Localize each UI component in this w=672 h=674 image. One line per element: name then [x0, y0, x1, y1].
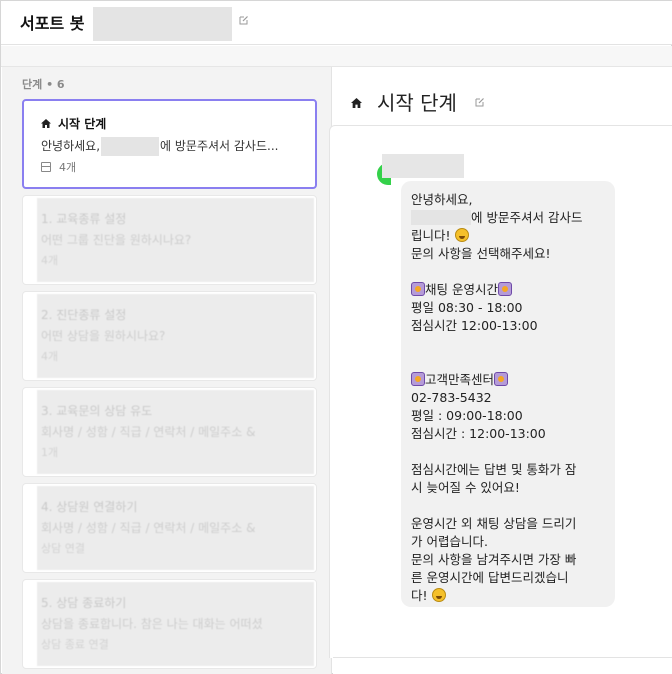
- grin-emoji-icon: [431, 588, 446, 602]
- home-icon: [41, 119, 51, 128]
- message-text: 가 어렵습니다.: [411, 534, 488, 549]
- message-line: 고객만족센터: [411, 371, 605, 389]
- message-line: 시 늦어질 수 있어요!: [411, 479, 605, 497]
- message-line: 문의 사항을 남겨주시면 가장 빠: [411, 551, 605, 569]
- app-window: 서포트 봇 단계 • 6 시작 단계 안녕하세요, 에 방문주셔서 감사드... …: [0, 0, 672, 674]
- blurred-content: 4. 상담원 연결하기 회사명 / 성함 / 직급 / 연락처 / 메일주소 &…: [37, 486, 314, 570]
- message-text: 평일 : 09:00-18:00: [411, 408, 523, 423]
- message-line: 점심시간 12:00-13:00: [411, 317, 605, 335]
- edit-icon[interactable]: [475, 97, 485, 107]
- message-text: 른 운영시간에 답변드리겠습니: [411, 570, 569, 585]
- clock-emoji-icon: [497, 282, 512, 296]
- message-line: 평일 : 09:00-18:00: [411, 407, 605, 425]
- step-preview-pre: 안녕하세요,: [41, 139, 101, 153]
- step-preview-text: 어떤 그룹 진단을 원하시나요?: [41, 233, 192, 247]
- step-preview-text: 상담을 종료합니다. 참은 나는 대화는 어떠셨: [41, 617, 263, 631]
- list-icon: [41, 162, 51, 172]
- message-line: 평일 08:30 - 18:00: [411, 299, 605, 317]
- step-meta-count: 4개: [59, 161, 77, 174]
- step-card-1[interactable]: 1. 교육종류 설정 어떤 그룹 진단을 원하시나요? 4개: [22, 195, 317, 285]
- message-line: [411, 353, 605, 371]
- message-text: 다!: [411, 588, 432, 603]
- redacted-bot-name: [93, 7, 232, 41]
- message-line: [411, 443, 605, 461]
- message-text: 채팅 운영시간: [425, 282, 498, 297]
- redacted-text: [411, 210, 471, 225]
- step-preview-text: 어떤 상담을 원하시나요?: [41, 329, 166, 343]
- blurred-content: 2. 진단종류 설정 어떤 상담을 원하시나요? 4개: [37, 294, 314, 378]
- page-header: 서포트 봇: [1, 1, 672, 45]
- message-text: 평일 08:30 - 18:00: [411, 300, 523, 315]
- message-text: 립니다!: [411, 228, 455, 243]
- home-icon: [351, 98, 362, 108]
- message-text: 문의 사항을 선택해주세요!: [411, 246, 551, 261]
- step-card-5[interactable]: 5. 상담 종료하기 상담을 종료합니다. 참은 나는 대화는 어떠셨 상담 종…: [22, 579, 317, 669]
- message-line: 립니다!: [411, 227, 605, 245]
- message-text: 점심시간 12:00-13:00: [411, 318, 538, 333]
- message-bubble: 안녕하세요, 에 방문주셔서 감사드립니다! 문의 사항을 선택해주세요! 채팅 운…: [401, 181, 615, 607]
- message-line: 가 어렵습니다.: [411, 533, 605, 551]
- step-title: 1. 교육종류 설정: [41, 212, 127, 226]
- message-line: 다!: [411, 587, 605, 605]
- step-meta: 4개: [41, 350, 59, 363]
- step-meta: 4개: [41, 159, 76, 175]
- step-card-start[interactable]: 시작 단계 안녕하세요, 에 방문주셔서 감사드... 4개: [22, 99, 317, 189]
- step-title: 4. 상담원 연결하기: [41, 500, 138, 514]
- message-line: 02-783-5432: [411, 389, 605, 407]
- blurred-content: 1. 교육종류 설정 어떤 그룹 진단을 원하시나요? 4개: [37, 198, 314, 282]
- message-text: 운영시간 외 채팅 상담을 드리기: [411, 516, 577, 531]
- clock-emoji-icon: [494, 372, 509, 386]
- step-title: 시작 단계: [58, 117, 107, 131]
- step-meta: 1개: [41, 446, 59, 459]
- message-line: [411, 335, 605, 353]
- message-line: 안녕하세요,: [411, 191, 605, 209]
- steps-count-label: 단계 • 6: [22, 78, 65, 91]
- step-meta: 4개: [41, 254, 59, 267]
- step-card-2[interactable]: 2. 진단종류 설정 어떤 상담을 원하시나요? 4개: [22, 291, 317, 381]
- message-text: 점심시간 : 12:00-13:00: [411, 426, 546, 441]
- divider: [333, 657, 672, 658]
- clock-emoji-icon: [411, 282, 425, 296]
- page-title: 서포트 봇: [20, 14, 85, 33]
- message-line: 른 운영시간에 답변드리겠습니: [411, 569, 605, 587]
- message-line: [411, 263, 605, 281]
- step-title: 5. 상담 종료하기: [41, 596, 127, 610]
- step-preview-text: 회사명 / 성함 / 직급 / 연락처 / 메일주소 &: [41, 521, 256, 535]
- message-text: 점심시간에는 답변 및 통화가 잠: [411, 462, 577, 477]
- step-card-3[interactable]: 3. 교육문의 상담 유도 회사명 / 성함 / 직급 / 연락처 / 메일주소…: [22, 387, 317, 477]
- step-title: 2. 진단종류 설정: [41, 308, 127, 322]
- blurred-content: 5. 상담 종료하기 상담을 종료합니다. 참은 나는 대화는 어떠셨 상담 종…: [37, 582, 314, 666]
- steps-panel: 단계 • 6 시작 단계 안녕하세요, 에 방문주셔서 감사드... 4개 1. …: [2, 67, 332, 674]
- blurred-content: 3. 교육문의 상담 유도 회사명 / 성함 / 직급 / 연락처 / 메일주소…: [37, 390, 314, 474]
- step-meta: 상담 연결: [41, 542, 85, 555]
- step-preview-text: 회사명 / 성함 / 직급 / 연락처 / 메일주소 &: [41, 425, 256, 439]
- message-line: 점심시간에는 답변 및 통화가 잠: [411, 461, 605, 479]
- message-text: 고객만족센터: [425, 372, 495, 387]
- message-text: 안녕하세요,: [411, 192, 473, 207]
- edit-icon[interactable]: [239, 15, 249, 25]
- message-line: [411, 497, 605, 515]
- message-line: 채팅 운영시간: [411, 281, 605, 299]
- message-text: 02-783-5432: [411, 390, 492, 405]
- step-title: 3. 교육문의 상담 유도: [41, 404, 153, 418]
- grin-emoji-icon: [454, 228, 469, 242]
- message-line: 점심시간 : 12:00-13:00: [411, 425, 605, 443]
- step-meta: 상담 종료 연결: [41, 638, 109, 651]
- clock-emoji-icon: [411, 372, 425, 386]
- redacted-text: [101, 137, 160, 156]
- step-detail-panel: 시작 단계 안녕하세요, 에 방문주셔서 감사드립니다! 문의 사항을 선택해주세…: [329, 67, 672, 674]
- message-line: 문의 사항을 선택해주세요!: [411, 245, 605, 263]
- message-text: 문의 사항을 남겨주시면 가장 빠: [411, 552, 577, 567]
- toolbar-band: [1, 46, 672, 67]
- message-text: 에 방문주셔서 감사드: [471, 210, 583, 225]
- message-text: 시 늦어질 수 있어요!: [411, 480, 520, 495]
- message-line: 운영시간 외 채팅 상담을 드리기: [411, 515, 605, 533]
- step-preview-text: 안녕하세요, 에 방문주셔서 감사드...: [41, 137, 278, 156]
- step-detail-title: 시작 단계: [377, 91, 457, 115]
- step-preview-post: 에 방문주셔서 감사드...: [160, 139, 279, 153]
- redacted-bot-name: [382, 154, 464, 178]
- message-line: 에 방문주셔서 감사드: [411, 209, 605, 227]
- step-card-4[interactable]: 4. 상담원 연결하기 회사명 / 성함 / 직급 / 연락처 / 메일주소 &…: [22, 483, 317, 573]
